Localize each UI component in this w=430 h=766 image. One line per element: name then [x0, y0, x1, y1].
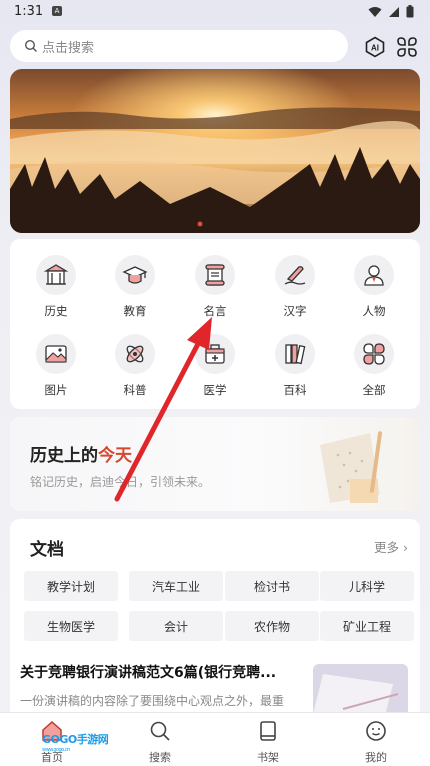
search-placeholder: 点击搜索	[42, 40, 95, 56]
more-label: 更多	[374, 540, 400, 555]
doc-tag[interactable]: 生物医学	[24, 611, 118, 641]
category-label: 教育	[123, 304, 147, 318]
bottom-tab-bar: 首页 搜索 书架 我的 GOGO手游网 www.gogo.cn	[0, 712, 430, 766]
category-label: 汉字	[283, 304, 307, 318]
history-building-icon	[43, 264, 69, 285]
doc-tag[interactable]: 汽车工业	[129, 571, 223, 601]
banner-carousel[interactable]	[10, 69, 420, 233]
tab-label: 书架	[257, 751, 279, 764]
profile-icon	[366, 721, 386, 741]
category-grid: 历史 教育 名言 汉字 人物 图片 科普 医学 百科 全部	[10, 239, 420, 409]
doc-tag[interactable]: 检讨书	[225, 571, 319, 601]
tab-profile[interactable]: 我的	[346, 719, 406, 765]
history-today-title-prefix: 历史上的	[30, 446, 98, 466]
atom-icon	[126, 345, 144, 363]
category-quotes[interactable]: 名言	[185, 255, 245, 319]
scroll-illustration	[320, 431, 383, 503]
ai-assistant-icon[interactable]: AI	[364, 36, 386, 58]
category-history[interactable]: 历史	[26, 255, 86, 319]
books-icon	[285, 344, 306, 365]
history-today-title-highlight: 今天	[98, 446, 132, 466]
category-label: 历史	[44, 304, 68, 318]
status-time: 1:31	[14, 4, 44, 19]
category-label: 人物	[362, 304, 386, 318]
article-title: 关于竞聘银行演讲稿范文6篇(银行竞聘...	[20, 665, 277, 681]
chevron-right-icon: ›	[399, 540, 408, 555]
section-title: 文档	[30, 540, 64, 560]
medical-kit-icon	[205, 344, 225, 364]
graduation-cap-icon	[122, 266, 148, 284]
category-encyclopedia[interactable]: 百科	[265, 334, 325, 398]
all-grid-icon	[363, 343, 385, 365]
image-icon	[45, 345, 67, 363]
history-today-card[interactable]: 历史上的今天 铭记历史，启迪今日，引领未来。	[10, 417, 420, 511]
doc-tag[interactable]: 矿业工程	[320, 611, 414, 641]
category-label: 图片	[44, 383, 68, 397]
status-bar: 1:31 A	[0, 0, 430, 24]
doc-tag[interactable]: 儿科学	[320, 571, 414, 601]
category-science[interactable]: 科普	[105, 334, 165, 398]
battery-icon	[406, 5, 414, 18]
watermark-logo: GOGO手游网 www.gogo.cn	[42, 731, 109, 753]
doc-tag[interactable]: 会计	[129, 611, 223, 641]
pen-icon	[284, 266, 306, 285]
article-item[interactable]: 关于竞聘银行演讲稿范文6篇(银行竞聘... 一份演讲稿的内容除了要围绕中心观点之…	[20, 662, 298, 709]
wifi-icon	[368, 6, 382, 17]
ai-label: AI	[371, 44, 379, 53]
documents-section: 文档 更多 › 教学计划 汽车工业 检讨书 儿科学 生物医学 会计 农作物 矿业…	[10, 519, 420, 724]
tab-label: 搜索	[149, 751, 171, 764]
signal-icon	[389, 6, 399, 17]
history-today-subtitle: 铭记历史，启迪今日，引领未来。	[30, 475, 211, 489]
category-label: 名言	[203, 304, 227, 318]
watermark-url: www.gogo.cn	[42, 747, 70, 753]
category-label: 百科	[283, 383, 307, 397]
doc-tag[interactable]: 教学计划	[24, 571, 118, 601]
category-images[interactable]: 图片	[26, 334, 86, 398]
category-label: 医学	[203, 383, 227, 397]
category-all[interactable]: 全部	[344, 334, 404, 398]
more-link[interactable]: 更多 ›	[374, 537, 408, 556]
category-people[interactable]: 人物	[344, 255, 404, 319]
search-input[interactable]: 点击搜索	[10, 30, 348, 62]
banner-image	[10, 69, 420, 233]
doc-tag[interactable]: 农作物	[225, 611, 319, 641]
search-icon	[150, 721, 170, 741]
search-row: 点击搜索 AI	[10, 30, 420, 62]
category-medicine[interactable]: 医学	[185, 334, 245, 398]
scroll-icon	[205, 264, 225, 286]
bookshelf-icon	[260, 721, 276, 741]
tab-bookshelf[interactable]: 书架	[238, 719, 298, 765]
category-label: 科普	[123, 383, 147, 397]
person-icon	[364, 265, 384, 286]
tab-label: 我的	[365, 751, 387, 764]
article-desc: 一份演讲稿的内容除了要围绕中心观点之外，最重	[20, 694, 285, 708]
apps-grid-icon[interactable]	[396, 36, 418, 58]
search-icon	[24, 39, 37, 52]
tab-search[interactable]: 搜索	[130, 719, 190, 765]
watermark-brand: GOGO手游网	[42, 733, 109, 746]
category-education[interactable]: 教育	[105, 255, 165, 319]
notification-icon: A	[52, 6, 62, 16]
history-today-title: 历史上的今天	[30, 441, 132, 466]
category-label: 全部	[362, 383, 386, 397]
category-hanzi[interactable]: 汉字	[265, 255, 325, 319]
